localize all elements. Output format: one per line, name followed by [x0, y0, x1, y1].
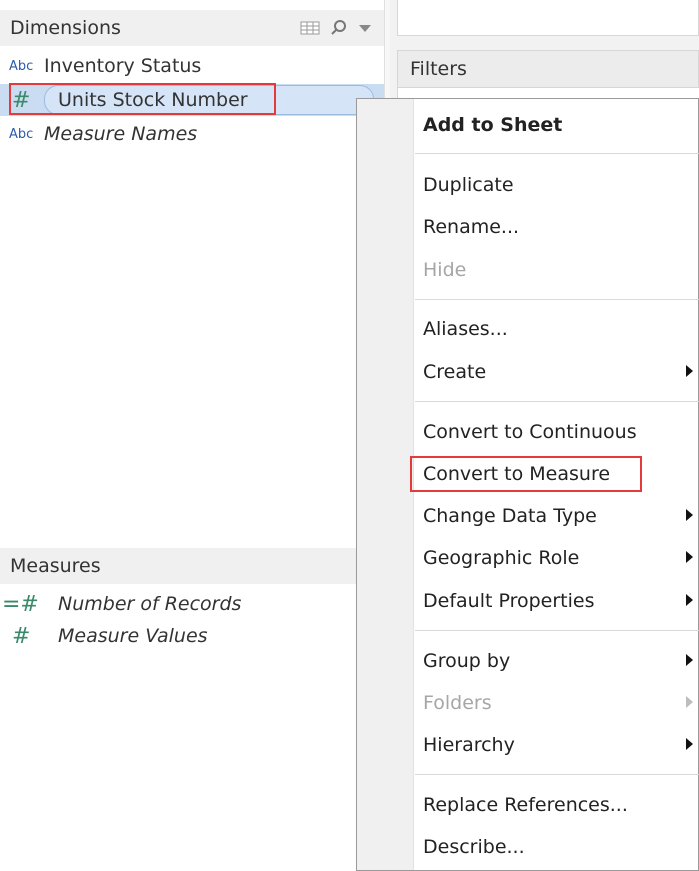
field-label: Units Stock Number [58, 89, 248, 111]
field-label: Measure Values [58, 625, 208, 647]
data-pane: Dimensions Abc Inventory Status # Units … [0, 0, 384, 871]
field-inventory-status[interactable]: Abc Inventory Status [0, 50, 384, 82]
menu-item-label: Geographic Role [423, 547, 580, 569]
field-measure-names[interactable]: Abc Measure Names [0, 118, 384, 150]
menu-item-replace-references[interactable]: Replace References... [423, 785, 693, 825]
calculated-number-type-icon: =# [2, 591, 39, 617]
header-tools [300, 10, 372, 46]
menu-item-hierarchy[interactable]: Hierarchy [423, 725, 693, 765]
submenu-arrow-icon [686, 365, 693, 377]
menu-item-convert-to-continuous[interactable]: Convert to Continuous [423, 412, 693, 452]
menu-item-default-properties[interactable]: Default Properties [423, 581, 693, 621]
menu-separator [415, 299, 699, 300]
menu-separator [415, 774, 699, 775]
field-measure-values[interactable]: # Measure Values [0, 620, 384, 652]
string-type-icon: Abc [9, 126, 34, 142]
field-label: Measure Names [44, 123, 198, 145]
menu-item-label: Default Properties [423, 590, 595, 612]
menu-item-create[interactable]: Create [423, 352, 693, 392]
menu-item-describe[interactable]: Describe... [423, 827, 693, 867]
menu-item-label: Folders [423, 692, 492, 714]
menu-item-label: Hierarchy [423, 734, 515, 756]
submenu-arrow-icon [686, 509, 693, 521]
field-number-of-records[interactable]: =# Number of Records [0, 588, 384, 620]
submenu-arrow-icon [686, 594, 693, 606]
menu-item-convert-to-measure[interactable]: Convert to Measure [423, 454, 693, 494]
menu-item-folders: Folders [423, 683, 693, 723]
menu-item-aliases[interactable]: Aliases... [423, 309, 693, 349]
measures-header: Measures [0, 548, 384, 584]
field-units-stock-number[interactable]: # Units Stock Number [0, 84, 384, 116]
measures-title: Measures [10, 555, 101, 577]
menu-item-duplicate[interactable]: Duplicate [423, 165, 693, 205]
pages-shelf[interactable] [397, 0, 699, 36]
dimensions-title: Dimensions [10, 17, 121, 39]
menu-separator [415, 630, 699, 631]
menu-item-label: Create [423, 361, 487, 383]
search-icon[interactable] [330, 19, 348, 37]
dimensions-header: Dimensions [0, 10, 384, 46]
field-label: Inventory Status [44, 55, 202, 77]
context-menu: Add to Sheet Duplicate Rename... Hide Al… [356, 98, 699, 871]
filters-shelf-header: Filters [397, 50, 699, 88]
menu-item-add-to-sheet[interactable]: Add to Sheet [423, 105, 693, 145]
submenu-arrow-icon [686, 654, 693, 666]
menu-item-label: Change Data Type [423, 505, 597, 527]
submenu-arrow-icon [686, 738, 693, 750]
string-type-icon: Abc [9, 58, 34, 74]
field-label: Number of Records [58, 593, 242, 615]
submenu-arrow-icon [686, 696, 693, 708]
menu-item-group-by[interactable]: Group by [423, 641, 693, 681]
menu-icon-gutter [357, 99, 414, 870]
menu-item-hide: Hide [423, 259, 467, 281]
submenu-arrow-icon [686, 551, 693, 563]
view-list-icon[interactable] [300, 20, 320, 36]
menu-item-change-data-type[interactable]: Change Data Type [423, 496, 693, 536]
menu-item-geographic-role[interactable]: Geographic Role [423, 538, 693, 578]
number-type-icon: # [12, 623, 31, 649]
menu-separator [415, 153, 699, 154]
menu-item-rename[interactable]: Rename... [423, 207, 693, 247]
number-type-icon: # [12, 87, 31, 113]
dropdown-arrow-icon[interactable] [358, 23, 372, 33]
menu-item-label: Group by [423, 650, 511, 672]
menu-separator [415, 401, 699, 402]
